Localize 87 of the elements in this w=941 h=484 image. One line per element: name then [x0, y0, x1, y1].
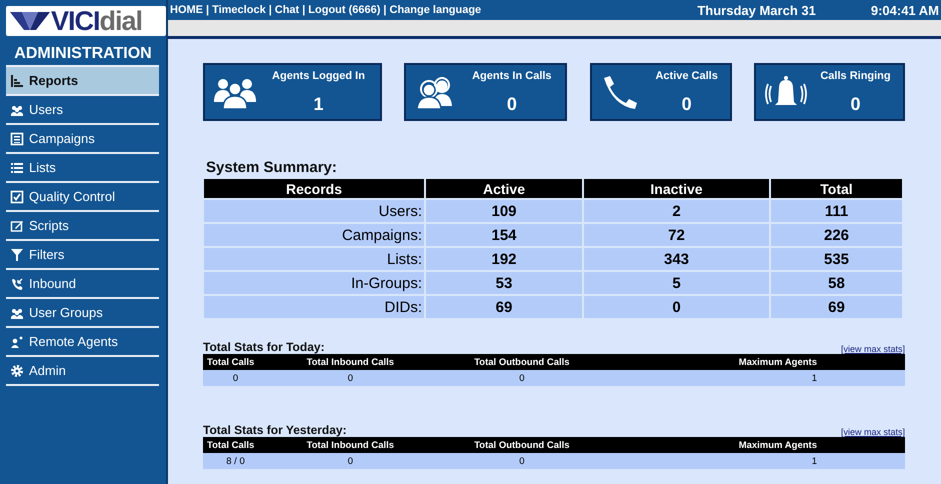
table-cell: In-Groups: — [204, 272, 424, 294]
gear-icon — [10, 364, 24, 378]
column-header: Total Outbound Calls — [432, 354, 612, 370]
nav-link[interactable]: Logout (6666) — [308, 4, 380, 16]
stat-value: 0 — [850, 94, 860, 114]
table-cell: 58 — [771, 272, 902, 294]
table-cell: 154 — [426, 224, 582, 246]
table-cell: 0 — [268, 370, 433, 386]
column-header: Active — [426, 179, 582, 198]
table-cell: 5 — [584, 272, 769, 294]
stat-label: Calls Ringing — [820, 70, 891, 82]
column-header: Total Inbound Calls — [268, 437, 433, 453]
stat-value: 1 — [313, 94, 324, 114]
column-header: Total Calls — [203, 354, 268, 370]
stat-label: Agents Logged In — [272, 70, 365, 82]
table-cell: 0 — [584, 296, 769, 318]
stat-label: Agents In Calls — [472, 70, 552, 82]
filter-icon — [10, 248, 24, 262]
table-cell: 343 — [584, 248, 769, 270]
lists-icon — [10, 160, 24, 174]
table-cell: 1 — [611, 453, 905, 469]
sidebar-item[interactable]: Users — [6, 96, 159, 123]
view-max-stats-link[interactable]: [view max stats] — [840, 344, 905, 354]
table-cell: 226 — [771, 224, 902, 246]
link-separator: | — [268, 4, 272, 16]
column-header: Total Inbound Calls — [268, 354, 433, 370]
table-cell: 0 — [268, 453, 433, 469]
sidebar-item[interactable]: Lists — [6, 154, 159, 181]
date-text: Thursday March 31 — [697, 2, 816, 18]
sidebar-item[interactable]: Scripts — [6, 212, 159, 239]
script-icon — [10, 218, 24, 232]
sidebar-item[interactable]: Reports — [6, 67, 159, 94]
table-cell: 72 — [584, 224, 769, 246]
table-cell: 53 — [426, 272, 582, 294]
view-max-stats-link[interactable]: [view max stats] — [840, 427, 905, 437]
nav-link[interactable]: Chat — [274, 4, 300, 16]
table-cell: 109 — [426, 200, 582, 222]
table-cell: Campaigns: — [204, 224, 424, 246]
sidebar-item[interactable]: Filters — [6, 241, 159, 268]
time-text: 9:04:41 AM — [870, 2, 939, 18]
table-cell: 111 — [771, 200, 902, 222]
table-cell: 69 — [771, 296, 902, 318]
sidebar-title: ADMINISTRATION — [13, 45, 153, 63]
table-cell: 1 — [611, 370, 905, 386]
column-header: Total — [771, 179, 902, 198]
table-cell: 0 — [432, 453, 612, 469]
table-cell: 535 — [771, 248, 902, 270]
table-cell: 192 — [426, 248, 582, 270]
link-separator: | — [383, 4, 386, 16]
column-header: Records — [204, 179, 424, 198]
sidebar-item[interactable]: Admin — [6, 357, 159, 384]
column-header: Maximum Agents — [611, 437, 905, 453]
column-header: Total Outbound Calls — [432, 437, 612, 453]
column-header: Maximum Agents — [611, 354, 905, 370]
sidebar-item[interactable]: User Groups — [6, 299, 159, 326]
table-cell: 0 — [203, 370, 268, 386]
sidebar-item[interactable]: Quality Control — [6, 183, 159, 210]
stat-label: Active Calls — [655, 70, 718, 82]
section-title: Total Stats for Yesterday: — [203, 423, 347, 437]
sidebar-item[interactable]: Campaigns — [6, 125, 159, 152]
table-cell: Users: — [204, 200, 424, 222]
section-title: System Summary: — [206, 159, 338, 176]
table-cell: Lists: — [204, 248, 424, 270]
remote-icon — [10, 334, 24, 348]
sidebar-item[interactable]: Inbound — [6, 270, 159, 297]
link-separator: | — [302, 4, 306, 16]
link-separator: | — [206, 4, 210, 16]
chart-icon — [10, 74, 24, 88]
nav-link[interactable]: Timeclock — [212, 4, 266, 16]
stat-value: 0 — [682, 94, 692, 114]
check-icon — [10, 190, 24, 204]
nav-link[interactable]: Change language — [390, 4, 482, 16]
table-cell: 0 — [432, 370, 612, 386]
table-cell: 69 — [426, 296, 582, 318]
nav-link[interactable]: HOME — [170, 4, 203, 16]
stat-value: 0 — [506, 94, 517, 114]
table-cell: 2 — [584, 200, 769, 222]
logo-mark-icon — [10, 10, 50, 32]
table-cell: DIDs: — [204, 296, 424, 318]
section-title: Total Stats for Today: — [203, 340, 325, 354]
column-header: Total Calls — [203, 437, 268, 453]
column-header: Inactive — [584, 179, 769, 198]
campaigns-icon — [10, 132, 24, 146]
inbound-icon — [10, 276, 24, 290]
logo: VICIdial — [6, 6, 166, 36]
table-cell: 8 / 0 — [203, 453, 268, 469]
sidebar-item[interactable]: Remote Agents — [6, 328, 159, 355]
